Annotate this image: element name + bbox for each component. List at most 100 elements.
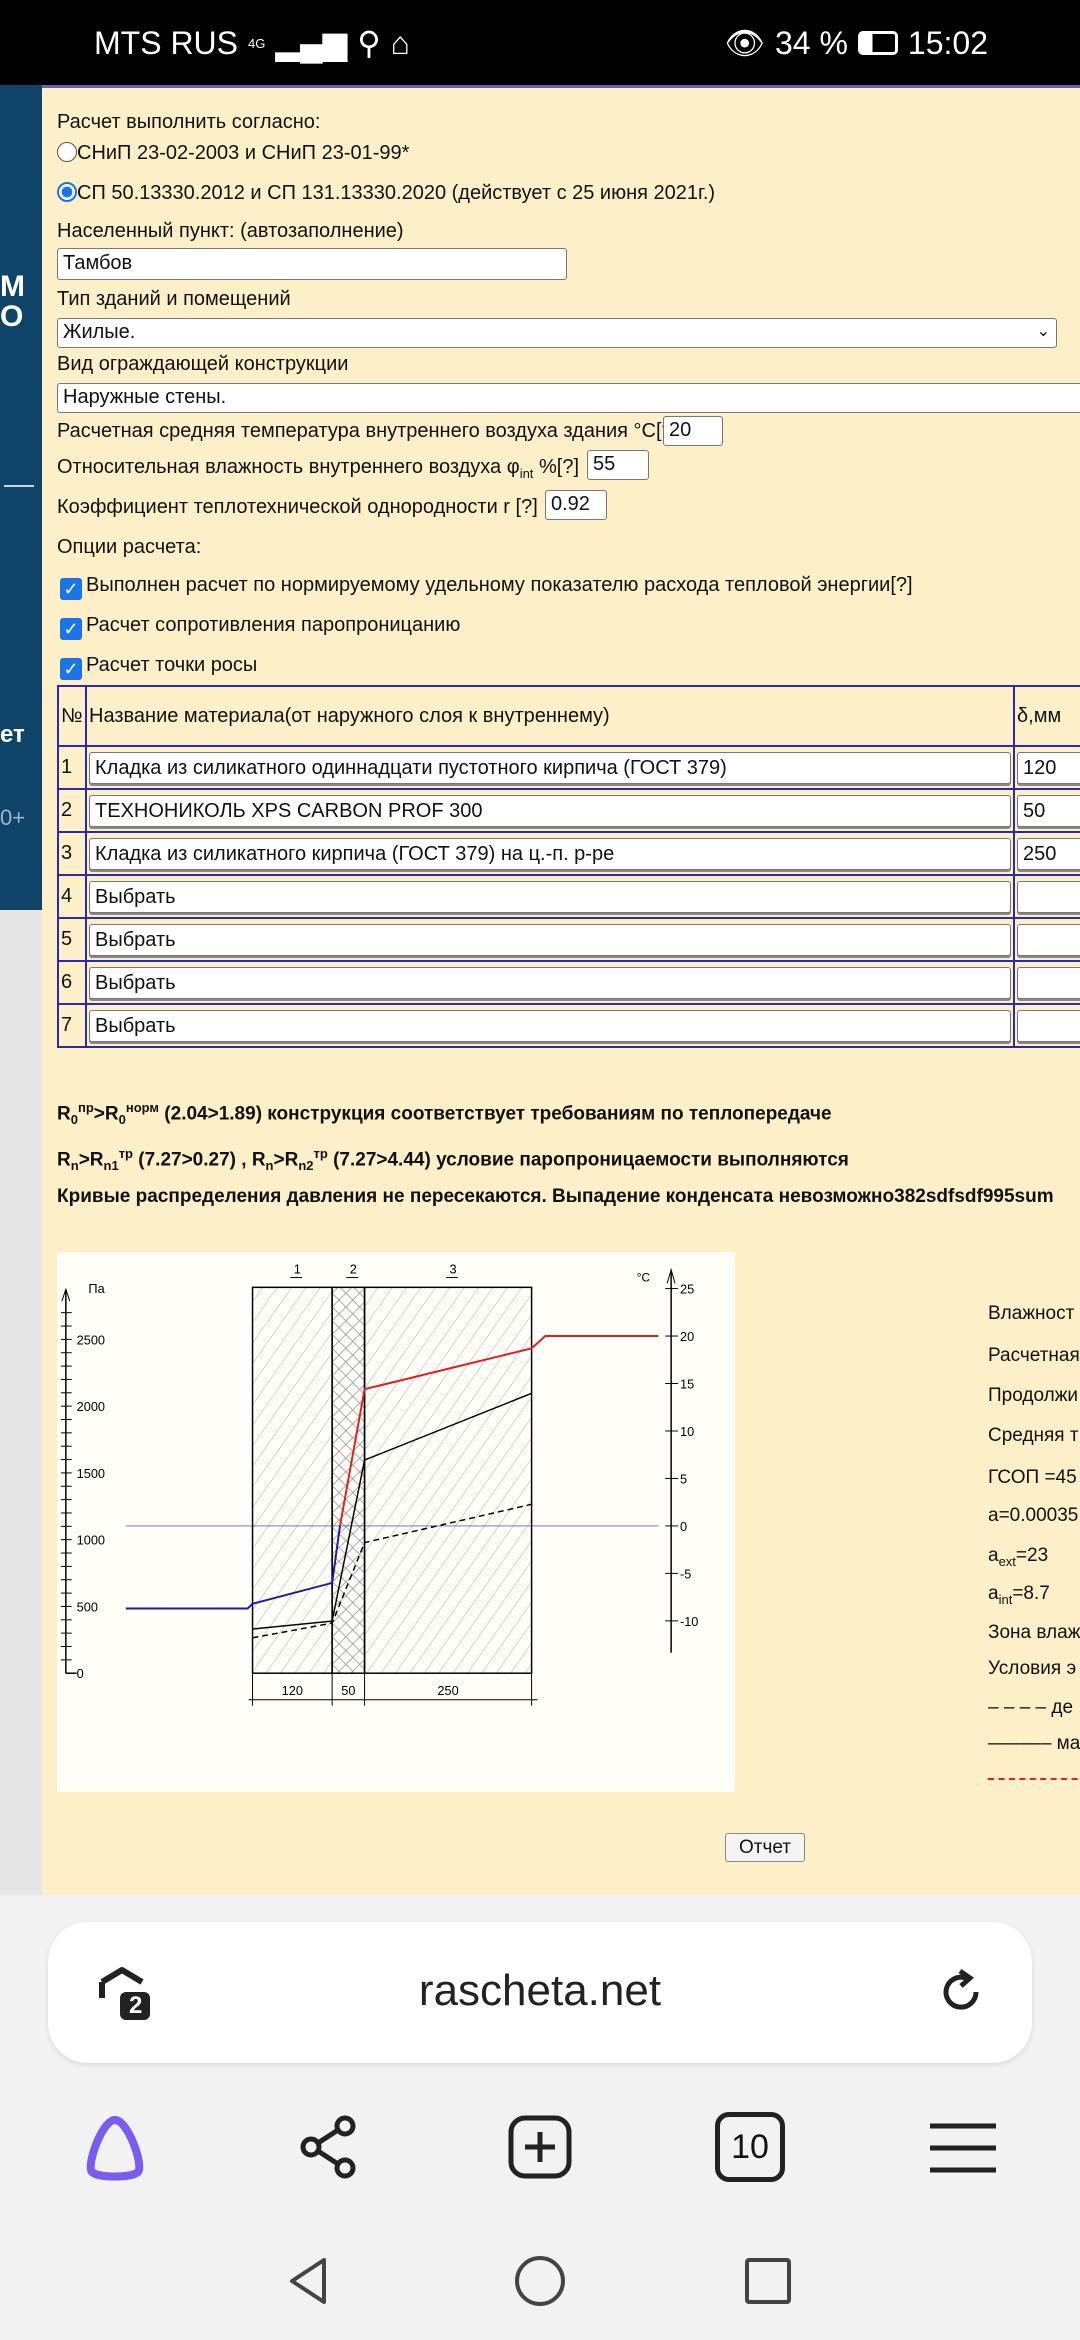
material-select[interactable]: Кладка из силикатного кирпича (ГОСТ 379)… [89, 837, 1011, 870]
home-nav-icon[interactable] [515, 2256, 565, 2306]
material-select[interactable]: Выбрать [89, 923, 1011, 956]
temp-input[interactable]: 20 [663, 416, 723, 446]
material-cell: ТЕХНОНИКОЛЬ XPS CARBON PROF 300 [85, 788, 1015, 833]
radio-button-selected[interactable] [57, 182, 77, 202]
option-energy-checkbox[interactable]: ✓ Выполнен расчет по нормируемому удельно… [60, 574, 913, 600]
result-heat-transfer: R0пр>R0норм (2.04>1.89) конструкция соот… [57, 1100, 832, 1128]
table-row: 7 Выбрать [57, 1003, 1080, 1048]
network-type: 4G [248, 35, 266, 51]
checkbox-checked[interactable]: ✓ [60, 578, 82, 600]
norm-option-sp[interactable]: СП 50.13330.2012 и СП 131.13330.2020 (де… [57, 182, 715, 205]
menu-icon[interactable] [928, 2120, 998, 2176]
layer-label: 2 [350, 1262, 357, 1277]
search-icon: ⚲ [357, 25, 381, 61]
thickness-cell: 50 [1013, 788, 1080, 833]
thickness-input[interactable]: 250 [1017, 837, 1080, 870]
calculator-form: Расчет выполнить согласно: СНиП 23-02-20… [42, 88, 1080, 1895]
banner-fragment: 0+ [0, 805, 26, 830]
reload-icon[interactable] [936, 1967, 986, 2017]
climate-info-line: Расчетная [988, 1345, 1080, 1366]
thickness-cell [1013, 874, 1080, 919]
pressure-tick-label: 2500 [77, 1332, 105, 1347]
climate-info-line: Продолжи [988, 1385, 1079, 1406]
checkbox-checked[interactable]: ✓ [60, 618, 82, 640]
construction-label: Вид ограждающей конструкции [57, 353, 349, 375]
material-cell: Выбрать [85, 874, 1015, 919]
layer-label: 1 [294, 1262, 301, 1277]
table-row: 4 Выбрать [57, 874, 1080, 919]
table-row: 3 Кладка из силикатного кирпича (ГОСТ 37… [57, 831, 1080, 876]
share-icon[interactable] [295, 2112, 365, 2182]
battery-icon [857, 31, 898, 55]
temperature-unit: °С [637, 1271, 651, 1284]
material-select[interactable]: Выбрать [89, 966, 1011, 999]
city-input[interactable]: Тамбов [57, 248, 567, 280]
back-nav-icon[interactable] [284, 2256, 334, 2306]
banner-fragment: О [0, 300, 24, 333]
construction-select[interactable]: Наружные стены. [57, 383, 1080, 413]
temperature-tick-label: 0 [680, 1519, 687, 1534]
option-dewpoint-checkbox[interactable]: ✓ Расчет точки росы [60, 654, 257, 680]
pressure-tick-label: 1000 [77, 1533, 105, 1548]
thickness-input[interactable] [1017, 880, 1080, 913]
pressure-tick-label: 1500 [77, 1466, 105, 1481]
coef-label: Коэффициент теплотехнической однородност… [57, 496, 538, 518]
banner-fragment: ет [0, 721, 25, 748]
wall-section-diagram: 1 120 2 50 3 250 0 500 1000 1500 2000 2500 Па -10 -5 0 5… [57, 1252, 735, 1792]
thickness-input[interactable]: 120 [1017, 751, 1080, 784]
material-select[interactable]: ТЕХНОНИКОЛЬ XPS CARBON PROF 300 [89, 794, 1011, 827]
recents-nav-icon[interactable] [745, 2258, 791, 2304]
table-row: 2 ТЕХНОНИКОЛЬ XPS CARBON PROF 300 50 [57, 788, 1080, 833]
page-side-margin [0, 910, 42, 1895]
radio-button[interactable] [57, 142, 77, 162]
clock: 15:02 [907, 24, 988, 61]
material-select[interactable]: Кладка из силикатного одиннадцати пустот… [89, 751, 1011, 784]
thickness-cell [1013, 960, 1080, 1005]
table-header-row: № Название материала(от наружного слоя к… [57, 685, 1080, 747]
layer-1 [251, 1286, 333, 1674]
temperature-tick-label: 10 [680, 1424, 694, 1439]
report-button[interactable]: Отчет [725, 1833, 805, 1862]
temperature-tick-label: -5 [680, 1566, 691, 1581]
thickness-input[interactable] [1017, 923, 1080, 956]
alice-assistant-icon[interactable] [80, 2112, 150, 2182]
new-tab-icon[interactable] [505, 2112, 575, 2182]
temperature-tick-label: 5 [680, 1471, 687, 1486]
climate-info-line: ГСОП =45 [988, 1467, 1077, 1488]
humidity-label: Относительная влажность внутреннего возд… [57, 456, 579, 481]
building-type-select[interactable]: Жилые. ⌄ [57, 318, 1057, 348]
climate-info-line: aint=8.7 [988, 1583, 1050, 1607]
thickness-label: 120 [282, 1683, 303, 1698]
table-row: 6 Выбрать [57, 960, 1080, 1005]
thickness-cell [1013, 1003, 1080, 1048]
thickness-input[interactable] [1017, 966, 1080, 999]
climate-info-line: – – – – де [988, 1697, 1074, 1718]
pressure-tick-label: 0 [77, 1666, 84, 1681]
banner-fragment: М [0, 270, 25, 303]
diagram-svg: 1120250325005001000150020002500Па-10-505… [60, 1262, 698, 1706]
thickness-input[interactable]: 50 [1017, 794, 1080, 827]
divider [4, 485, 34, 487]
coef-input[interactable]: 0.92 [545, 490, 607, 520]
row-number: 2 [57, 788, 87, 833]
row-number: 4 [57, 874, 87, 919]
thickness-cell [1013, 917, 1080, 962]
tabs-button[interactable]: 10 [715, 2112, 785, 2182]
checkbox-checked[interactable]: ✓ [60, 658, 82, 680]
option-vapor-checkbox[interactable]: ✓ Расчет сопротивления паропроницанию [60, 614, 460, 640]
address-bar[interactable]: 2 rascheta.net [48, 1922, 1032, 2063]
thickness-input[interactable] [1017, 1009, 1080, 1042]
norm-option-snip[interactable]: СНиП 23-02-2003 и СНиП 23-01-99* [57, 142, 409, 165]
climate-info-line: aext=23 [988, 1545, 1049, 1569]
result-condensation: Кривые распределения давления не пересек… [57, 1186, 1054, 1207]
url-text[interactable]: rascheta.net [48, 1966, 1032, 2016]
status-bar: MTS RUS 4G ▂▄▆ ⚲ ⌂ 👁 34 % 15:02 [0, 0, 1080, 85]
side-banner-ad[interactable]: М О ет 0+ [0, 85, 42, 910]
signal-icon: ▂▄▆ [275, 25, 348, 61]
material-select[interactable]: Выбрать [89, 1009, 1011, 1042]
chevron-down-icon: ⌄ [1036, 323, 1050, 340]
material-select[interactable]: Выбрать [89, 880, 1011, 913]
humidity-input[interactable]: 55 [587, 450, 649, 480]
climate-info-line: Зона влаж [988, 1622, 1080, 1643]
row-number: 6 [57, 960, 87, 1005]
